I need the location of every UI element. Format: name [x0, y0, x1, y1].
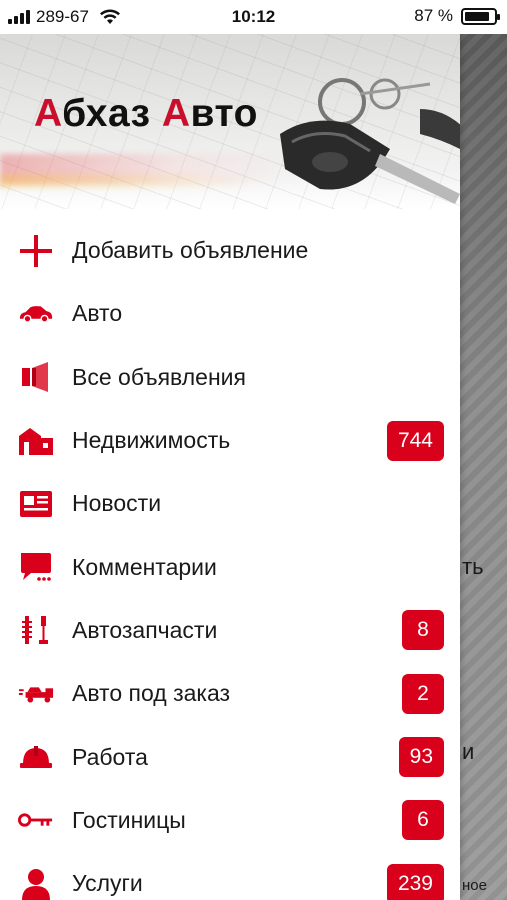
menu-item-spare-parts[interactable]: Автозапчасти 8 [0, 599, 460, 662]
menu-item-add-listing[interactable]: Добавить объявление [0, 219, 460, 282]
status-bar: 289-67 10:12 87 % [0, 0, 507, 34]
menu-item-label: Комментарии [72, 553, 217, 580]
menu-item-jobs[interactable]: Работа 93 [0, 725, 460, 788]
count-badge: 2 [402, 673, 444, 714]
drawer-header: Абхаз Авто [0, 34, 460, 209]
menu-item-label: Все объявления [72, 363, 246, 390]
drawer-menu: Добавить объявление Авто Все объявления … [0, 219, 460, 900]
background-text-fragment: и [462, 739, 475, 764]
menu-item-label: Добавить объявление [72, 237, 309, 264]
spare-parts-icon [18, 612, 54, 648]
menu-item-label: Гостиницы [72, 806, 186, 833]
menu-item-all-listings[interactable]: Все объявления [0, 346, 460, 409]
count-badge: 93 [398, 737, 444, 778]
menu-item-hotels[interactable]: Гостиницы 6 [0, 789, 460, 852]
menu-item-label: Авто [72, 300, 123, 327]
background-text-fragment: ное [462, 877, 487, 894]
count-badge: 239 [386, 863, 444, 900]
megaphone-icon [18, 359, 54, 395]
menu-item-label: Авто под заказ [72, 680, 231, 707]
buildings-icon [18, 423, 54, 459]
menu-item-auto-to-order[interactable]: Авто под заказ 2 [0, 662, 460, 725]
menu-item-label: Недвижимость [72, 427, 231, 454]
menu-item-news[interactable]: Новости [0, 472, 460, 535]
background-screen[interactable]: ть и ное [460, 34, 507, 900]
status-right: 87 % [414, 6, 500, 26]
car-transporter-icon [18, 676, 54, 712]
car-keys-icon [280, 78, 460, 204]
newspaper-icon [18, 486, 54, 522]
key-icon [18, 802, 54, 838]
menu-item-label: Работа [72, 743, 148, 770]
menu-item-services[interactable]: Услуги 239 [0, 852, 460, 900]
battery-percent: 87 % [414, 6, 453, 25]
menu-item-label: Автозапчасти [72, 616, 218, 643]
plus-icon [18, 233, 54, 269]
count-badge: 8 [402, 610, 444, 651]
battery-icon [461, 7, 500, 25]
menu-item-label: Услуги [72, 870, 143, 897]
menu-item-real-estate[interactable]: Недвижимость 744 [0, 409, 460, 472]
menu-item-comments[interactable]: Комментарии [0, 535, 460, 598]
person-icon [18, 866, 54, 900]
count-badge: 6 [402, 800, 444, 841]
background-text-fragment: ть [462, 554, 484, 579]
navigation-drawer: Абхаз Авто Добавить объявление Авто Все … [0, 34, 460, 900]
app-logo: Абхаз Авто [34, 92, 258, 135]
hard-hat-icon [18, 739, 54, 775]
count-badge: 744 [386, 420, 444, 461]
comment-icon [18, 549, 54, 585]
car-icon [18, 296, 54, 332]
menu-item-auto[interactable]: Авто [0, 282, 460, 345]
menu-item-label: Новости [72, 490, 162, 517]
